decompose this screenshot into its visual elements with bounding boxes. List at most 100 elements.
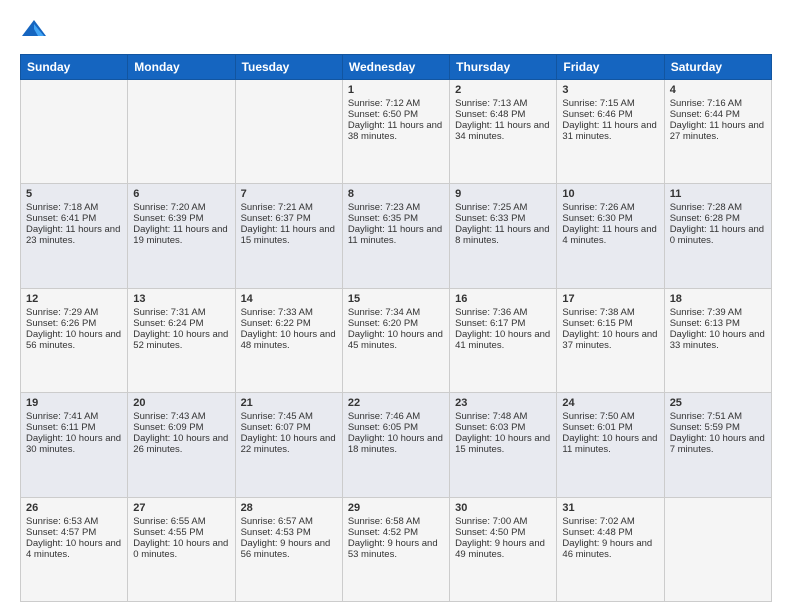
calendar-cell: 25Sunrise: 7:51 AMSunset: 5:59 PMDayligh… — [664, 393, 771, 497]
calendar-cell: 15Sunrise: 7:34 AMSunset: 6:20 PMDayligh… — [342, 288, 449, 392]
sunrise-text: Sunrise: 7:02 AM — [562, 516, 658, 527]
daylight-text: Daylight: 11 hours and 31 minutes. — [562, 120, 658, 142]
sunrise-text: Sunrise: 7:39 AM — [670, 307, 766, 318]
daylight-text: Daylight: 11 hours and 8 minutes. — [455, 224, 551, 246]
sunset-text: Sunset: 6:24 PM — [133, 318, 229, 329]
daylight-text: Daylight: 10 hours and 4 minutes. — [26, 538, 122, 560]
sunset-text: Sunset: 6:05 PM — [348, 422, 444, 433]
sunrise-text: Sunrise: 7:38 AM — [562, 307, 658, 318]
daylight-text: Daylight: 10 hours and 41 minutes. — [455, 329, 551, 351]
calendar-cell: 2Sunrise: 7:13 AMSunset: 6:48 PMDaylight… — [450, 80, 557, 184]
sunrise-text: Sunrise: 7:13 AM — [455, 98, 551, 109]
day-header-monday: Monday — [128, 55, 235, 80]
sunrise-text: Sunrise: 7:41 AM — [26, 411, 122, 422]
daylight-text: Daylight: 9 hours and 49 minutes. — [455, 538, 551, 560]
sunset-text: Sunset: 6:39 PM — [133, 213, 229, 224]
sunrise-text: Sunrise: 7:26 AM — [562, 202, 658, 213]
day-number: 10 — [562, 188, 658, 200]
calendar-cell: 8 Sunrise: 7:23 AMSunset: 6:35 PMDaylight… — [342, 184, 449, 288]
sunrise-text: Sunrise: 7:20 AM — [133, 202, 229, 213]
sunset-text: Sunset: 6:13 PM — [670, 318, 766, 329]
sunrise-text: Sunrise: 6:57 AM — [241, 516, 337, 527]
sunrise-text: Sunrise: 7:23 AM — [348, 202, 444, 213]
sunset-text: Sunset: 6:30 PM — [562, 213, 658, 224]
sunset-text: Sunset: 6:22 PM — [241, 318, 337, 329]
daylight-text: Daylight: 10 hours and 30 minutes. — [26, 433, 122, 455]
daylight-text: Daylight: 10 hours and 52 minutes. — [133, 329, 229, 351]
sunset-text: Sunset: 6:37 PM — [241, 213, 337, 224]
day-number: 23 — [455, 397, 551, 409]
calendar-cell: 27Sunrise: 6:55 AMSunset: 4:55 PMDayligh… — [128, 497, 235, 601]
calendar-cell: 17Sunrise: 7:38 AMSunset: 6:15 PMDayligh… — [557, 288, 664, 392]
calendar-cell: 24Sunrise: 7:50 AMSunset: 6:01 PMDayligh… — [557, 393, 664, 497]
calendar-cell: 3Sunrise: 7:15 AMSunset: 6:46 PMDaylight… — [557, 80, 664, 184]
daylight-text: Daylight: 9 hours and 56 minutes. — [241, 538, 337, 560]
day-header-saturday: Saturday — [664, 55, 771, 80]
daylight-text: Daylight: 10 hours and 7 minutes. — [670, 433, 766, 455]
day-number: 19 — [26, 397, 122, 409]
sunset-text: Sunset: 6:33 PM — [455, 213, 551, 224]
sunset-text: Sunset: 6:11 PM — [26, 422, 122, 433]
sunrise-text: Sunrise: 7:43 AM — [133, 411, 229, 422]
calendar-cell: 7Sunrise: 7:21 AMSunset: 6:37 PMDaylight… — [235, 184, 342, 288]
calendar-cell: 13Sunrise: 7:31 AMSunset: 6:24 PMDayligh… — [128, 288, 235, 392]
daylight-text: Daylight: 11 hours and 0 minutes. — [670, 224, 766, 246]
day-number: 8 — [348, 188, 444, 200]
daylight-text: Daylight: 11 hours and 19 minutes. — [133, 224, 229, 246]
page: SundayMondayTuesdayWednesdayThursdayFrid… — [0, 0, 792, 612]
sunrise-text: Sunrise: 7:21 AM — [241, 202, 337, 213]
daylight-text: Daylight: 11 hours and 11 minutes. — [348, 224, 444, 246]
sunrise-text: Sunrise: 7:51 AM — [670, 411, 766, 422]
day-number: 5 — [26, 188, 122, 200]
daylight-text: Daylight: 9 hours and 53 minutes. — [348, 538, 444, 560]
sunset-text: Sunset: 6:35 PM — [348, 213, 444, 224]
sunrise-text: Sunrise: 7:12 AM — [348, 98, 444, 109]
sunset-text: Sunset: 6:28 PM — [670, 213, 766, 224]
sunset-text: Sunset: 6:50 PM — [348, 109, 444, 120]
sunrise-text: Sunrise: 7:28 AM — [670, 202, 766, 213]
calendar-cell: 6Sunrise: 7:20 AMSunset: 6:39 PMDaylight… — [128, 184, 235, 288]
calendar-cell: 9Sunrise: 7:25 AMSunset: 6:33 PMDaylight… — [450, 184, 557, 288]
sunrise-text: Sunrise: 7:46 AM — [348, 411, 444, 422]
sunset-text: Sunset: 6:03 PM — [455, 422, 551, 433]
day-number: 27 — [133, 502, 229, 514]
day-number: 20 — [133, 397, 229, 409]
day-header-wednesday: Wednesday — [342, 55, 449, 80]
week-row-5: 26Sunrise: 6:53 AMSunset: 4:57 PMDayligh… — [21, 497, 772, 601]
sunrise-text: Sunrise: 7:34 AM — [348, 307, 444, 318]
daylight-text: Daylight: 11 hours and 27 minutes. — [670, 120, 766, 142]
day-number: 24 — [562, 397, 658, 409]
sunset-text: Sunset: 6:46 PM — [562, 109, 658, 120]
sunrise-text: Sunrise: 7:25 AM — [455, 202, 551, 213]
day-number: 18 — [670, 293, 766, 305]
daylight-text: Daylight: 10 hours and 22 minutes. — [241, 433, 337, 455]
daylight-text: Daylight: 10 hours and 15 minutes. — [455, 433, 551, 455]
sunrise-text: Sunrise: 7:29 AM — [26, 307, 122, 318]
calendar-cell: 30Sunrise: 7:00 AMSunset: 4:50 PMDayligh… — [450, 497, 557, 601]
sunset-text: Sunset: 6:09 PM — [133, 422, 229, 433]
calendar-cell — [664, 497, 771, 601]
day-number: 29 — [348, 502, 444, 514]
daylight-text: Daylight: 10 hours and 18 minutes. — [348, 433, 444, 455]
sunset-text: Sunset: 4:52 PM — [348, 527, 444, 538]
calendar-cell — [235, 80, 342, 184]
week-row-4: 19Sunrise: 7:41 AMSunset: 6:11 PMDayligh… — [21, 393, 772, 497]
calendar-cell: 19 Sunrise: 7:41 AMSunset: 6:11 PMDayligh… — [21, 393, 128, 497]
sunrise-text: Sunrise: 6:58 AM — [348, 516, 444, 527]
calendar-cell: 10Sunrise: 7:26 AMSunset: 6:30 PMDayligh… — [557, 184, 664, 288]
day-number: 4 — [670, 84, 766, 96]
calendar-cell: 20Sunrise: 7:43 AMSunset: 6:09 PMDayligh… — [128, 393, 235, 497]
calendar-cell: 29 Sunrise: 6:58 AMSunset: 4:52 PMDayligh… — [342, 497, 449, 601]
week-row-1: 1Sunrise: 7:12 AMSunset: 6:50 PMDaylight… — [21, 80, 772, 184]
calendar: SundayMondayTuesdayWednesdayThursdayFrid… — [20, 54, 772, 602]
sunrise-text: Sunrise: 7:16 AM — [670, 98, 766, 109]
calendar-cell: 12Sunrise: 7:29 AMSunset: 6:26 PMDayligh… — [21, 288, 128, 392]
sunset-text: Sunset: 4:57 PM — [26, 527, 122, 538]
sunset-text: Sunset: 4:50 PM — [455, 527, 551, 538]
calendar-cell: 4Sunrise: 7:16 AMSunset: 6:44 PMDaylight… — [664, 80, 771, 184]
day-number: 28 — [241, 502, 337, 514]
day-number: 11 — [670, 188, 766, 200]
sunset-text: Sunset: 6:07 PM — [241, 422, 337, 433]
day-number: 14 — [241, 293, 337, 305]
daylight-text: Daylight: 10 hours and 56 minutes. — [26, 329, 122, 351]
